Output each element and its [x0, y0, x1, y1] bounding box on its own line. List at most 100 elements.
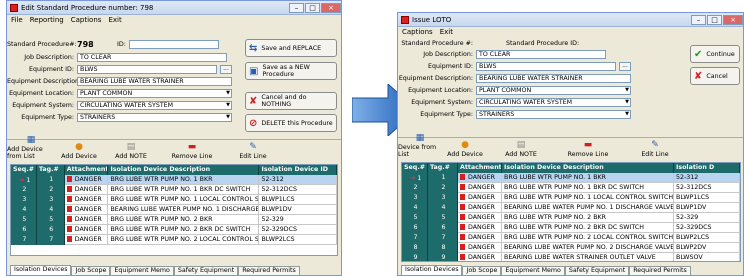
- menu-captions[interactable]: Captions: [402, 28, 433, 36]
- menu-file[interactable]: File: [11, 16, 23, 24]
- header-device-id[interactable]: Isolation D: [674, 163, 740, 173]
- equipment-type-select[interactable]: STRAINERS: [476, 110, 631, 119]
- grid-header: Seq.# Tag.# Attachment Isolation Device …: [402, 163, 740, 173]
- table-row[interactable]: ➔ 1 1 DANGER BRG LUBE WTR PUMP NO. 1 BKR 52-3…: [402, 173, 740, 183]
- close-button[interactable]: ×: [321, 2, 341, 13]
- equipment-id-field[interactable]: BLWS: [77, 65, 217, 74]
- table-row[interactable]: 5 5 DANGER BRG LUBE WTR PUMP NO. 2 BKR 52-32…: [402, 213, 740, 223]
- menu-exit[interactable]: Exit: [108, 16, 121, 24]
- row-seq: 8: [402, 243, 428, 253]
- table-row[interactable]: 9 9 DANGER BEARING LUBE WATER STRAINER OUTL…: [402, 253, 740, 261]
- label-equipment-description: Equipment Description:: [398, 75, 473, 82]
- row-description: BRG LUBE WTR PUMP NO. 2 LOCAL CONTROL SW…: [502, 233, 674, 243]
- table-row[interactable]: 8 8 DANGER BEARING LUBE WATER PUMP NO. 2 DI…: [402, 243, 740, 253]
- tab-equipment-memo[interactable]: Equipment Memo: [501, 266, 565, 275]
- close-button[interactable]: ×: [723, 14, 743, 25]
- header-device-id[interactable]: Isolation Device ID: [259, 165, 337, 175]
- danger-tag-icon: [66, 196, 72, 202]
- add-note-button[interactable]: ▤ Add NOTE: [103, 140, 159, 161]
- save-new-button[interactable]: ▣ Save as a NEW Procedure: [245, 62, 337, 80]
- tab-isolation-devices[interactable]: Isolation Devices: [10, 265, 72, 275]
- menu-captions[interactable]: Captions: [71, 16, 102, 24]
- tab-required-permits[interactable]: Required Permits: [629, 266, 691, 275]
- row-device-id: BLWP1LCS: [259, 195, 337, 205]
- table-row[interactable]: 4 4 DANGER BEARING LUBE WATER PUMP NO. 1 DI…: [11, 205, 337, 215]
- row-attachment: DANGER: [458, 193, 502, 203]
- header-attachment[interactable]: Attachment: [458, 163, 502, 173]
- tab-isolation-devices[interactable]: Isolation Devices: [401, 265, 463, 275]
- add-device-button[interactable]: ● Add Device: [55, 140, 103, 161]
- save-replace-button[interactable]: ⇆ Save and REPLACE: [245, 39, 337, 57]
- label-equipment-description: Equipment Description:: [7, 78, 82, 85]
- tab-safety-equipment[interactable]: Safety Equipment: [564, 266, 630, 275]
- table-row[interactable]: 3 3 DANGER BRG LUBE WTR PUMP NO. 1 LOCAL CO…: [402, 193, 740, 203]
- add-note-button[interactable]: ▤ Add NOTE: [488, 138, 554, 159]
- tab-equipment-memo[interactable]: Equipment Memo: [110, 266, 174, 275]
- tab-required-permits[interactable]: Required Permits: [238, 266, 300, 275]
- delete-procedure-button[interactable]: ⊘ DELETE this Procedure: [245, 114, 337, 132]
- continue-button[interactable]: ✔ Continue: [690, 45, 740, 63]
- grid-header: Seq.# Tag.# Attachment Isolation Device …: [11, 165, 337, 175]
- row-description: BRG LUBE WTR PUMP NO. 1 BKR DC SWITCH: [502, 183, 674, 193]
- tab-safety-equipment[interactable]: Safety Equipment: [173, 266, 239, 275]
- label-equipment-system: Equipment System:: [12, 102, 74, 109]
- tab-job-scope[interactable]: Job Scope: [462, 266, 502, 275]
- header-description[interactable]: Isolation Device Description: [502, 163, 674, 173]
- row-description: BRG LUBE WTR PUMP NO. 1 BKR DC SWITCH: [108, 185, 260, 195]
- cancel-nothing-button[interactable]: ✘ Cancel and do NOTHING: [245, 92, 337, 110]
- danger-tag-icon: [460, 214, 465, 220]
- edit-line-button[interactable]: ✎ Edit Line: [622, 138, 688, 159]
- tab-job-scope[interactable]: Job Scope: [71, 266, 111, 275]
- minimize-button[interactable]: –: [289, 2, 304, 13]
- equipment-description-field[interactable]: BEARING LUBE WATER STRAINER: [77, 77, 232, 86]
- lock-icon: ●: [75, 142, 83, 152]
- header-seq[interactable]: Seq.#: [11, 165, 37, 175]
- equipment-location-select[interactable]: PLANT COMMON: [77, 89, 232, 98]
- equipment-system-select[interactable]: CIRCULATING WATER SYSTEM: [476, 98, 631, 107]
- edit-line-button[interactable]: ✎ Edit Line: [225, 140, 281, 161]
- table-icon: ▦: [415, 133, 425, 143]
- maximize-button[interactable]: □: [305, 2, 320, 13]
- header-description[interactable]: Isolation Device Description: [108, 165, 260, 175]
- menu-exit[interactable]: Exit: [440, 28, 453, 36]
- equipment-id-field[interactable]: BLWS: [476, 62, 616, 71]
- remove-line-button[interactable]: ▬ Remove Line: [554, 138, 622, 159]
- table-row[interactable]: 2 2 DANGER BRG LUBE WTR PUMP NO. 1 BKR DC S…: [11, 185, 337, 195]
- minimize-button[interactable]: –: [691, 14, 706, 25]
- header-tag[interactable]: Tag.#: [37, 165, 65, 175]
- header-attachment[interactable]: Attachment: [65, 165, 109, 175]
- isolation-devices-grid: Seq.# Tag.# Attachment Isolation Device …: [10, 164, 338, 256]
- table-row[interactable]: 7 7 DANGER BRG LUBE WTR PUMP NO. 2 LOCAL CO…: [11, 235, 337, 245]
- browse-equipment-button[interactable]: ...: [619, 62, 631, 71]
- table-row[interactable]: 4 4 DANGER BEARING LUBE WATER PUMP NO. 1 DI…: [402, 203, 740, 213]
- table-row[interactable]: ➔ 1 1 DANGER BRG LUBE WTR PUMP NO. 1 BKR 52-3…: [11, 175, 337, 185]
- cancel-button[interactable]: ✘ Cancel: [690, 67, 740, 85]
- header-seq[interactable]: Seq.#: [402, 163, 428, 173]
- table-row[interactable]: 2 2 DANGER BRG LUBE WTR PUMP NO. 1 BKR DC S…: [402, 183, 740, 193]
- browse-equipment-button[interactable]: ...: [220, 65, 232, 74]
- job-description-field[interactable]: TO CLEAR: [476, 50, 606, 59]
- add-device-from-list-button[interactable]: ▦ Add Device from List: [7, 135, 55, 161]
- row-seq: 3: [11, 195, 37, 205]
- menu-reporting[interactable]: Reporting: [30, 16, 64, 24]
- add-device-from-list-button[interactable]: ▦ Device from List: [398, 133, 442, 159]
- add-device-button[interactable]: ● Add Device: [442, 138, 488, 159]
- equipment-location-select[interactable]: PLANT COMMON: [476, 86, 631, 95]
- row-attachment: DANGER: [64, 175, 109, 185]
- equipment-type-select[interactable]: STRAINERS: [77, 113, 232, 122]
- remove-line-button[interactable]: ▬ Remove Line: [159, 140, 225, 161]
- id-field[interactable]: [128, 40, 219, 49]
- equipment-description-field[interactable]: BEARING LUBE WATER STRAINER: [476, 74, 631, 83]
- table-row[interactable]: 6 6 DANGER BRG LUBE WTR PUMP NO. 2 BKR DC S…: [402, 223, 740, 233]
- table-row[interactable]: 7 7 DANGER BRG LUBE WTR PUMP NO. 2 LOCAL CO…: [402, 233, 740, 243]
- table-row[interactable]: 3 3 DANGER BRG LUBE WTR PUMP NO. 1 LOCAL CO…: [11, 195, 337, 205]
- table-row[interactable]: 6 6 DANGER BRG LUBE WTR PUMP NO. 2 BKR DC S…: [11, 225, 337, 235]
- equipment-system-select[interactable]: CIRCULATING WATER SYSTEM: [77, 101, 232, 110]
- row-seq: 4: [11, 205, 37, 215]
- label-standard-procedure: Standard Procedure#:: [7, 41, 77, 48]
- table-row[interactable]: 5 5 DANGER BRG LUBE WTR PUMP NO. 2 BKR 52-32…: [11, 215, 337, 225]
- row-tag: 1: [36, 175, 65, 185]
- header-tag[interactable]: Tag.#: [428, 163, 458, 173]
- maximize-button[interactable]: □: [707, 14, 722, 25]
- job-description-field[interactable]: TO CLEAR: [77, 53, 227, 62]
